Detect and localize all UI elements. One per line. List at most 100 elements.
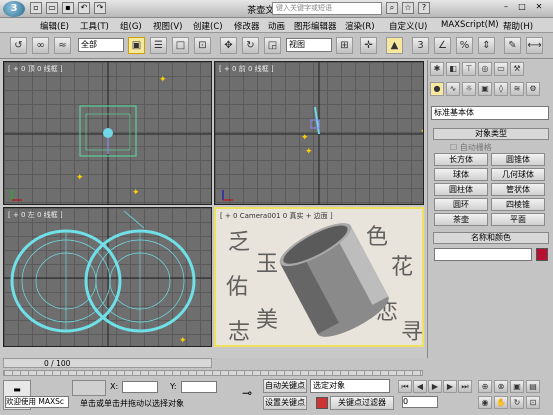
fov-icon[interactable]: ◉ bbox=[478, 396, 492, 409]
torus-button[interactable]: 圆环 bbox=[434, 198, 488, 211]
teapot-button[interactable]: 茶壶 bbox=[434, 213, 488, 226]
link-icon[interactable]: ∞ bbox=[32, 37, 49, 54]
frame-field[interactable]: 0 bbox=[402, 396, 438, 408]
autogrid-checkbox[interactable]: ☐ 自动栅格 bbox=[450, 142, 492, 153]
mirror-icon[interactable]: ⟷ bbox=[526, 37, 543, 54]
menu-maxscript[interactable]: MAXScript(M) bbox=[441, 20, 499, 30]
cone-button[interactable]: 圆锥体 bbox=[491, 153, 545, 166]
cylinder-button[interactable]: 圆柱体 bbox=[434, 183, 488, 196]
spacewarps-icon[interactable]: ≋ bbox=[510, 82, 524, 96]
star-icon[interactable]: ☆ bbox=[402, 2, 414, 14]
percent-snap-icon[interactable]: % bbox=[456, 37, 473, 54]
pivot-center-icon[interactable]: ⊞ bbox=[336, 37, 353, 54]
menu-animation[interactable]: 动画 bbox=[268, 20, 285, 32]
track-bar[interactable] bbox=[3, 370, 423, 376]
scale-icon[interactable]: ◲ bbox=[264, 37, 281, 54]
menu-tools[interactable]: 工具(T) bbox=[80, 20, 109, 32]
menu-group[interactable]: 组(G) bbox=[120, 20, 142, 32]
key-mode-icon[interactable] bbox=[316, 397, 328, 409]
key-filters-button[interactable]: 关键点过滤器 bbox=[330, 396, 394, 410]
go-to-start-icon[interactable]: ⏮ bbox=[398, 380, 412, 393]
object-color-swatch[interactable] bbox=[536, 248, 548, 261]
next-frame-icon[interactable]: ▶ bbox=[443, 380, 457, 393]
zoom-icon[interactable]: ⊕ bbox=[478, 380, 492, 393]
motion-tab-icon[interactable]: ◎ bbox=[478, 62, 492, 76]
utilities-tab-icon[interactable]: ⚒ bbox=[510, 62, 524, 76]
search-input[interactable]: 键入关键字或短语 bbox=[272, 2, 382, 15]
maximize-icon[interactable]: □ bbox=[516, 2, 528, 14]
angle-snap-icon[interactable]: ∠ bbox=[434, 37, 451, 54]
menu-modifiers[interactable]: 修改器 bbox=[234, 20, 260, 32]
rotate-icon[interactable]: ↻ bbox=[242, 37, 259, 54]
prev-frame-icon[interactable]: ◀ bbox=[413, 380, 427, 393]
minimize-icon[interactable]: – bbox=[500, 2, 512, 14]
search-icon[interactable]: ⌕ bbox=[386, 2, 398, 14]
pan-icon[interactable]: ✋ bbox=[494, 396, 508, 409]
cameras-icon[interactable]: ▣ bbox=[478, 82, 492, 96]
welcome-text[interactable]: 欢迎使用 MAXSc bbox=[5, 396, 69, 408]
sphere-button[interactable]: 球体 bbox=[434, 168, 488, 181]
selection-filter-dropdown[interactable]: 全部 bbox=[78, 38, 124, 52]
object-type-rollout[interactable]: 对象类型 bbox=[433, 128, 549, 140]
menu-graph-editors[interactable]: 图形编辑器 bbox=[294, 20, 337, 32]
category-dropdown[interactable]: 标准基本体 bbox=[431, 106, 549, 120]
maximize-viewport-icon[interactable]: ⊡ bbox=[526, 396, 540, 409]
pyramid-button[interactable]: 四棱锥 bbox=[491, 198, 545, 211]
named-selection-icon[interactable]: ✎ bbox=[504, 37, 521, 54]
time-slider[interactable]: 0 / 100 bbox=[3, 358, 212, 368]
svg-text:美: 美 bbox=[256, 308, 278, 333]
selected-dropdown[interactable]: 选定对象 bbox=[310, 379, 390, 393]
viewport-top[interactable]: [ + 0 顶 0 线框 ] ✦ ✦ ✦ bbox=[3, 61, 212, 205]
viewport-camera[interactable]: [ + 0 Camera001 0 真实 + 边面 ] 乏玉佑 美色花 恋寻志 bbox=[214, 207, 424, 347]
auto-key-button[interactable]: 自动关键点 bbox=[263, 379, 307, 393]
bind-space-warp-icon[interactable]: ≈ bbox=[54, 37, 71, 54]
plane-button[interactable]: 平面 bbox=[491, 213, 545, 226]
manipulate-icon[interactable]: ✛ bbox=[360, 37, 377, 54]
geometry-icon[interactable]: ● bbox=[430, 82, 444, 96]
help-icon[interactable]: ? bbox=[418, 2, 430, 14]
helpers-icon[interactable]: ◊ bbox=[494, 82, 508, 96]
select-by-name-icon[interactable]: ☰ bbox=[150, 37, 167, 54]
play-icon[interactable]: ▶ bbox=[428, 380, 442, 393]
menu-view[interactable]: 视图(V) bbox=[153, 20, 182, 32]
ref-coord-dropdown[interactable]: 视图 bbox=[286, 38, 332, 52]
menu-rendering[interactable]: 渲染(R) bbox=[345, 20, 375, 32]
hierarchy-tab-icon[interactable]: ⊤ bbox=[462, 62, 476, 76]
object-name-field[interactable] bbox=[434, 248, 532, 261]
menu-customize[interactable]: 自定义(U) bbox=[389, 20, 427, 32]
viewport-left[interactable]: [ + 0 左 0 线框 ] ✦ bbox=[3, 207, 212, 347]
y-field[interactable] bbox=[181, 381, 217, 393]
systems-icon[interactable]: ⚙ bbox=[526, 82, 540, 96]
close-icon[interactable]: ✕ bbox=[533, 2, 545, 14]
box-button[interactable]: 长方体 bbox=[434, 153, 488, 166]
viewport-front[interactable]: [ + 0 前 0 线框 ] ✦ ✦ ✦ bbox=[214, 61, 424, 205]
snap-3d-icon[interactable]: 3 bbox=[412, 37, 429, 54]
selection-lock-button[interactable] bbox=[72, 380, 106, 396]
create-tab-icon[interactable]: ✱ bbox=[430, 62, 444, 76]
go-to-end-icon[interactable]: ⏭ bbox=[458, 380, 472, 393]
menu-create[interactable]: 创建(C) bbox=[193, 20, 223, 32]
menu-help[interactable]: 帮助(H) bbox=[503, 20, 533, 32]
spinner-snap-icon[interactable]: ⇕ bbox=[478, 37, 495, 54]
tube-button[interactable]: 管状体 bbox=[491, 183, 545, 196]
zoom-extents-all-icon[interactable]: ▤ bbox=[526, 380, 540, 393]
geosphere-button[interactable]: 几何球体 bbox=[491, 168, 545, 181]
lights-icon[interactable]: ☼ bbox=[462, 82, 476, 96]
display-tab-icon[interactable]: ▭ bbox=[494, 62, 508, 76]
keyboard-shortcut-icon[interactable]: ▲ bbox=[386, 37, 403, 54]
orbit-icon[interactable]: ↻ bbox=[510, 396, 524, 409]
key-icon[interactable]: ⊸ bbox=[242, 386, 252, 400]
zoom-all-icon[interactable]: ⊗ bbox=[494, 380, 508, 393]
rect-selection-icon[interactable]: □ bbox=[172, 37, 189, 54]
x-field[interactable] bbox=[122, 381, 158, 393]
shapes-icon[interactable]: ∿ bbox=[446, 82, 460, 96]
window-crossing-icon[interactable]: ⊡ bbox=[194, 37, 211, 54]
move-icon[interactable]: ✥ bbox=[220, 37, 237, 54]
modify-tab-icon[interactable]: ◧ bbox=[446, 62, 460, 76]
select-object-icon[interactable]: ▣ bbox=[128, 37, 145, 54]
undo-icon[interactable]: ↺ bbox=[10, 37, 27, 54]
zoom-extents-icon[interactable]: ▣ bbox=[510, 380, 524, 393]
name-color-rollout[interactable]: 名称和颜色 bbox=[433, 232, 549, 244]
set-key-button[interactable]: 设置关键点 bbox=[263, 396, 307, 410]
menu-edit[interactable]: 编辑(E) bbox=[40, 20, 69, 32]
